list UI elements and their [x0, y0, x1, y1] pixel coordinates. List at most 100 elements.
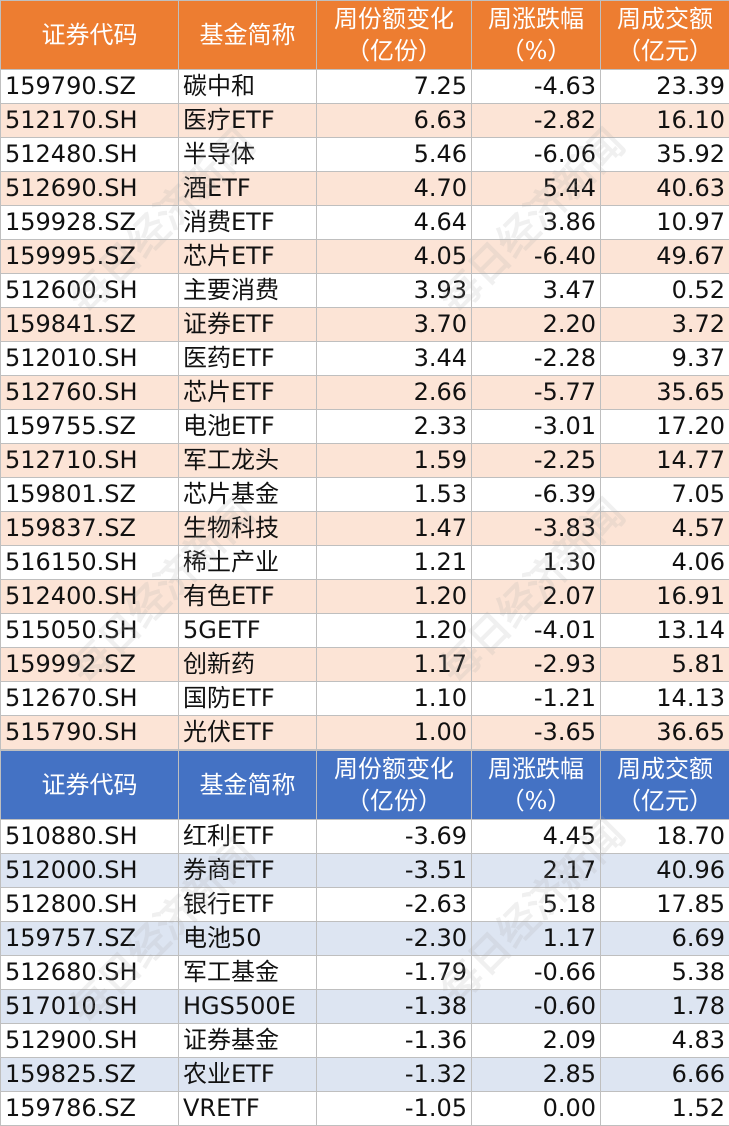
outflow-header-row: 证券代码 基金简称 周份额变化 （亿份） 周涨跌幅 （%） 周成交额 （亿元）	[1, 751, 729, 820]
weekly-change: -6.40	[472, 240, 601, 274]
header-weekly-change-line1: 周涨跌幅	[472, 753, 600, 785]
weekly-turnover: 35.65	[601, 376, 729, 410]
fund-name: HGS500E	[179, 990, 317, 1024]
table-row: 512900.SH证券基金-1.362.094.83	[1, 1024, 729, 1058]
table-row: 159995.SZ芯片ETF4.05-6.4049.67	[1, 240, 729, 274]
weekly-turnover: 18.70	[601, 820, 729, 854]
fund-name: 电池50	[179, 922, 317, 956]
header-turnover: 周成交额 （亿元）	[601, 751, 729, 820]
fund-name: 芯片基金	[179, 478, 317, 512]
table-row: 159837.SZ生物科技1.47-3.834.57	[1, 512, 729, 546]
weekly-change: -1.21	[472, 682, 601, 716]
table-row: 517010.SHHGS500E-1.38-0.601.78	[1, 990, 729, 1024]
share-change: 1.17	[317, 648, 472, 682]
weekly-turnover: 14.13	[601, 682, 729, 716]
weekly-change: -0.60	[472, 990, 601, 1024]
share-change: 4.05	[317, 240, 472, 274]
share-change: 1.20	[317, 614, 472, 648]
weekly-change: -6.39	[472, 478, 601, 512]
fund-name: 创新药	[179, 648, 317, 682]
weekly-change: -2.82	[472, 104, 601, 138]
table-row: 512760.SH芯片ETF2.66-5.7735.65	[1, 376, 729, 410]
weekly-turnover: 40.63	[601, 172, 729, 206]
fund-code: 159928.SZ	[1, 206, 179, 240]
fund-code: 512800.SH	[1, 888, 179, 922]
weekly-turnover: 6.69	[601, 922, 729, 956]
header-weekly-change: 周涨跌幅 （%）	[472, 751, 601, 820]
weekly-turnover: 6.66	[601, 1058, 729, 1092]
weekly-change: -0.66	[472, 956, 601, 990]
weekly-turnover: 49.67	[601, 240, 729, 274]
share-change: -2.30	[317, 922, 472, 956]
weekly-turnover: 23.39	[601, 70, 729, 104]
share-change: 1.21	[317, 546, 472, 580]
fund-name: 5GETF	[179, 614, 317, 648]
table-row: 515050.SH5GETF1.20-4.0113.14	[1, 614, 729, 648]
weekly-turnover: 5.38	[601, 956, 729, 990]
header-share-change: 周份额变化 （亿份）	[317, 751, 472, 820]
header-code: 证券代码	[1, 1, 179, 70]
weekly-turnover: 14.77	[601, 444, 729, 478]
table-row: 512170.SH医疗ETF6.63-2.8216.10	[1, 104, 729, 138]
fund-name: 军工基金	[179, 956, 317, 990]
table-row: 512710.SH军工龙头1.59-2.2514.77	[1, 444, 729, 478]
weekly-change: -5.77	[472, 376, 601, 410]
etf-flow-tables: 证券代码 基金简称 周份额变化 （亿份） 周涨跌幅 （%） 周成交额 （亿元） …	[0, 0, 729, 1123]
inflow-table-body: 159790.SZ碳中和7.25-4.6323.39512170.SH医疗ETF…	[1, 70, 729, 750]
outflow-table: 证券代码 基金简称 周份额变化 （亿份） 周涨跌幅 （%） 周成交额 （亿元） …	[0, 750, 729, 1126]
table-row: 159786.SZVRETF-1.050.001.52	[1, 1092, 729, 1126]
share-change: 1.47	[317, 512, 472, 546]
fund-name: 生物科技	[179, 512, 317, 546]
weekly-change: 5.44	[472, 172, 601, 206]
header-share-change-line2: （亿份）	[317, 785, 471, 817]
share-change: 1.53	[317, 478, 472, 512]
fund-name: 半导体	[179, 138, 317, 172]
fund-code: 516150.SH	[1, 546, 179, 580]
table-row: 159801.SZ芯片基金1.53-6.397.05	[1, 478, 729, 512]
weekly-change: -4.01	[472, 614, 601, 648]
fund-code: 512600.SH	[1, 274, 179, 308]
table-row: 510880.SH红利ETF-3.694.4518.70	[1, 820, 729, 854]
fund-code: 159757.SZ	[1, 922, 179, 956]
fund-name: 医药ETF	[179, 342, 317, 376]
table-row: 512800.SH银行ETF-2.635.1817.85	[1, 888, 729, 922]
fund-code: 159841.SZ	[1, 308, 179, 342]
share-change: 7.25	[317, 70, 472, 104]
header-weekly-change-line2: （%）	[472, 35, 600, 67]
weekly-change: 5.18	[472, 888, 601, 922]
header-weekly-change-line2: （%）	[472, 785, 600, 817]
share-change: 1.00	[317, 716, 472, 750]
weekly-change: -3.01	[472, 410, 601, 444]
share-change: 2.66	[317, 376, 472, 410]
table-row: 159790.SZ碳中和7.25-4.6323.39	[1, 70, 729, 104]
header-turnover-line2: （亿元）	[601, 785, 729, 817]
fund-name: 银行ETF	[179, 888, 317, 922]
header-share-change-line1: 周份额变化	[317, 3, 471, 35]
fund-name: 红利ETF	[179, 820, 317, 854]
fund-code: 512000.SH	[1, 854, 179, 888]
share-change: 4.70	[317, 172, 472, 206]
fund-name: 证券ETF	[179, 308, 317, 342]
table-row: 516150.SH稀土产业1.211.304.06	[1, 546, 729, 580]
fund-code: 515050.SH	[1, 614, 179, 648]
fund-code: 515790.SH	[1, 716, 179, 750]
table-row: 159825.SZ农业ETF-1.322.856.66	[1, 1058, 729, 1092]
weekly-turnover: 4.83	[601, 1024, 729, 1058]
share-change: 6.63	[317, 104, 472, 138]
share-change: -1.36	[317, 1024, 472, 1058]
fund-code: 159801.SZ	[1, 478, 179, 512]
weekly-turnover: 40.96	[601, 854, 729, 888]
share-change: 5.46	[317, 138, 472, 172]
weekly-change: -3.65	[472, 716, 601, 750]
share-change: -3.69	[317, 820, 472, 854]
fund-code: 512900.SH	[1, 1024, 179, 1058]
share-change: 4.64	[317, 206, 472, 240]
fund-code: 517010.SH	[1, 990, 179, 1024]
fund-name: VRETF	[179, 1092, 317, 1126]
share-change: -1.38	[317, 990, 472, 1024]
fund-name: 主要消费	[179, 274, 317, 308]
fund-code: 512170.SH	[1, 104, 179, 138]
weekly-change: 2.09	[472, 1024, 601, 1058]
weekly-turnover: 16.10	[601, 104, 729, 138]
fund-name: 军工龙头	[179, 444, 317, 478]
